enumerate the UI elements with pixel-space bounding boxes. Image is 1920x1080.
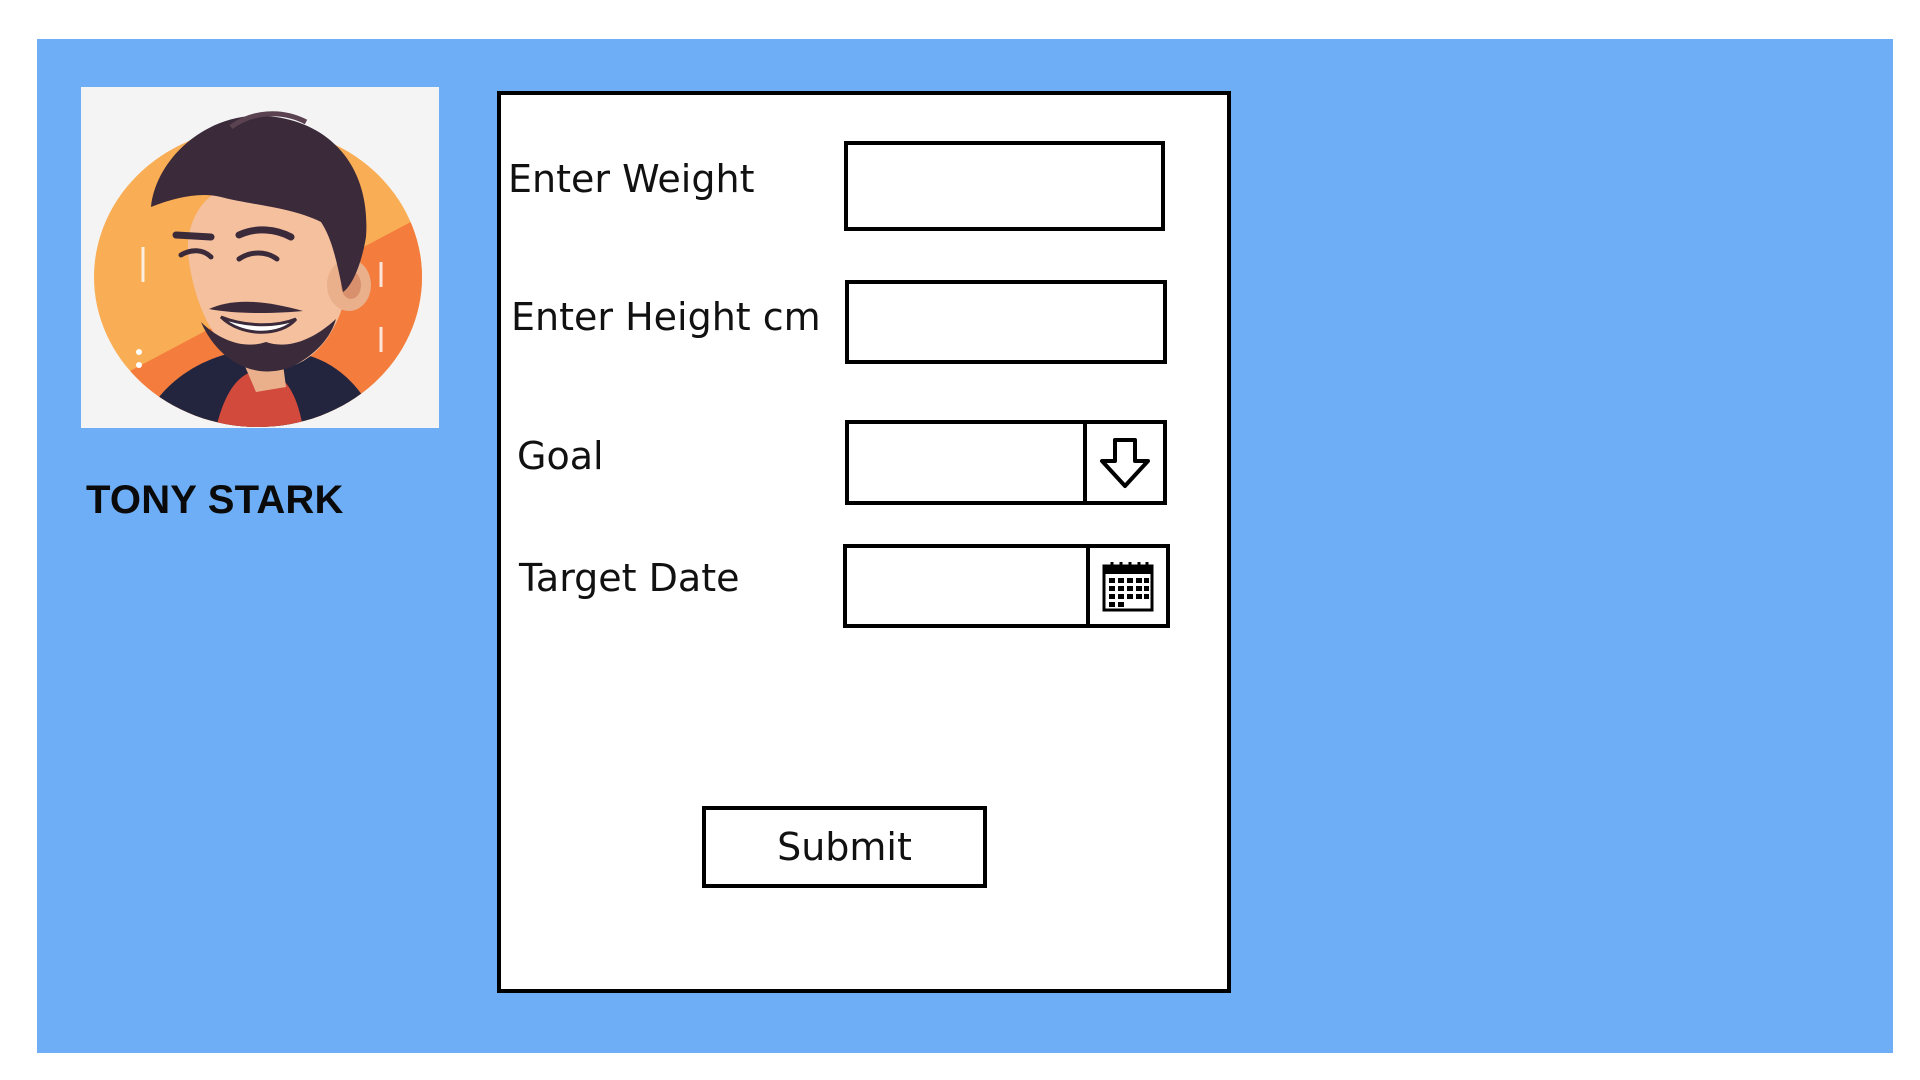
avatar — [81, 87, 439, 428]
target-date-input[interactable] — [843, 544, 1170, 628]
user-name: TONY STARK — [86, 478, 344, 522]
height-label: Enter Height cm — [511, 295, 821, 339]
goal-label: Goal — [517, 434, 604, 478]
target-date-label: Target Date — [519, 556, 740, 600]
date-picker-button[interactable] — [1086, 544, 1170, 628]
goal-dropdown-button[interactable] — [1083, 420, 1167, 505]
calendar-icon — [1102, 562, 1154, 612]
arrow-down-icon — [1100, 437, 1150, 488]
weight-input[interactable] — [844, 141, 1165, 231]
height-input[interactable] — [845, 280, 1167, 364]
avatar-illustration — [94, 111, 422, 427]
submit-button[interactable]: Submit — [702, 806, 987, 888]
goal-select[interactable] — [845, 420, 1167, 505]
weight-label: Enter Weight — [508, 157, 755, 201]
